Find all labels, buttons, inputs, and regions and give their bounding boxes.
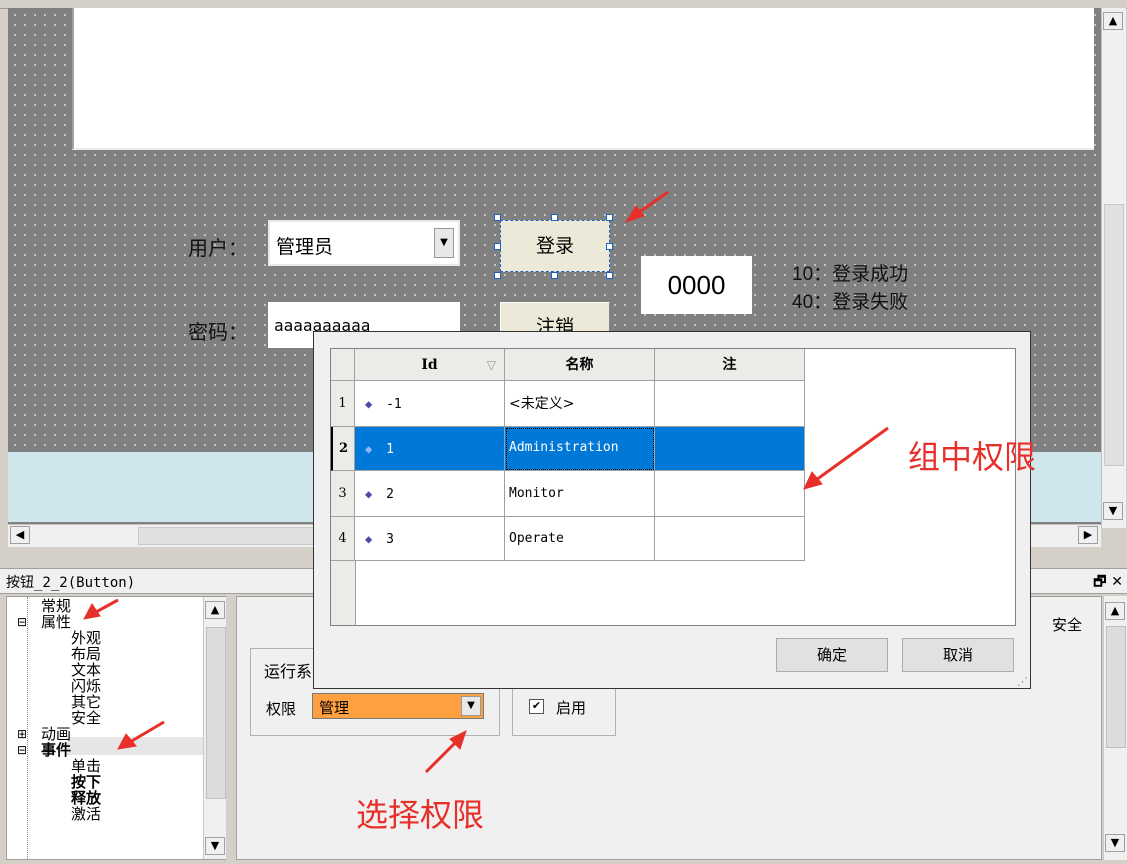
arrow-login-icon (637, 190, 669, 215)
arrow-attributes-icon (95, 598, 119, 614)
annotation-group-permission: 组中权限 (908, 438, 1037, 476)
arrow-group-permission-icon (815, 426, 889, 482)
arrow-security-icon (129, 720, 165, 744)
annotation-select-permission: 选择权限 (356, 796, 485, 834)
arrow-select-permission-icon (424, 740, 458, 774)
